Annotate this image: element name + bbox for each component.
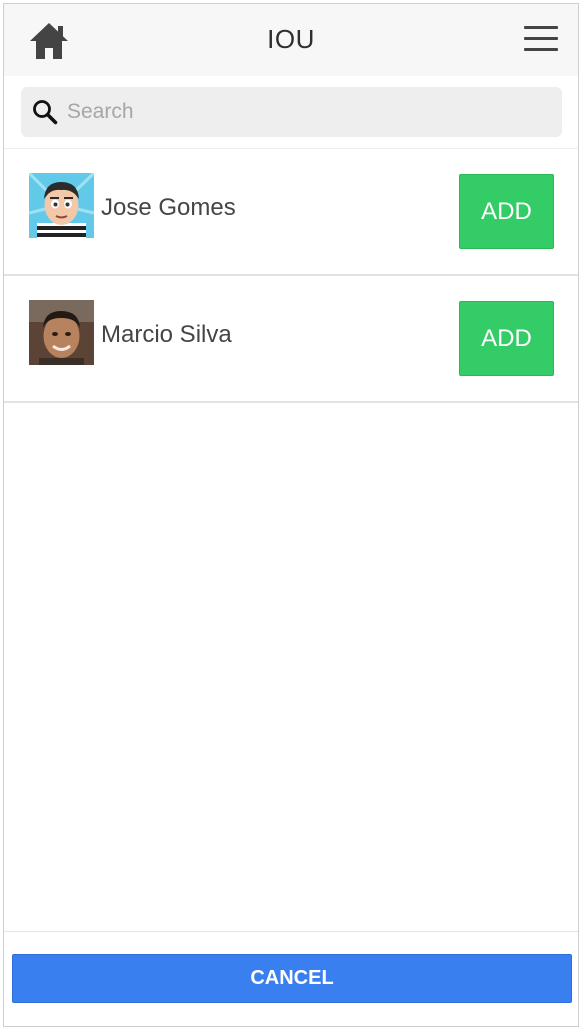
contact-name: Marcio Silva	[101, 321, 232, 348]
cancel-button[interactable]: CANCEL	[12, 954, 572, 1003]
page-title: IOU	[267, 24, 315, 54]
add-contact-button[interactable]: ADD	[459, 301, 554, 376]
search-icon	[33, 100, 58, 125]
list-item: Marcio Silva ADD	[4, 276, 578, 403]
app-frame: IOU Search Jose Gomes ADD Marcio Silva A…	[3, 3, 579, 1027]
search-input[interactable]	[67, 95, 547, 129]
footer-bar: CANCEL	[4, 931, 578, 1026]
avatar	[29, 173, 94, 238]
hamburger-menu-icon	[524, 26, 558, 29]
cartoon-avatar-icon	[29, 173, 94, 238]
menu-button[interactable]	[524, 26, 558, 54]
add-contact-button[interactable]: ADD	[459, 174, 554, 249]
list-item: Jose Gomes ADD	[4, 149, 578, 276]
top-bar: IOU	[4, 4, 578, 76]
contact-list: Jose Gomes ADD Marcio Silva ADD	[4, 149, 578, 403]
photo-avatar-icon	[29, 300, 94, 365]
search-bar	[4, 76, 578, 149]
search-field[interactable]	[21, 87, 562, 137]
avatar	[29, 300, 94, 365]
contact-name: Jose Gomes	[101, 194, 236, 221]
